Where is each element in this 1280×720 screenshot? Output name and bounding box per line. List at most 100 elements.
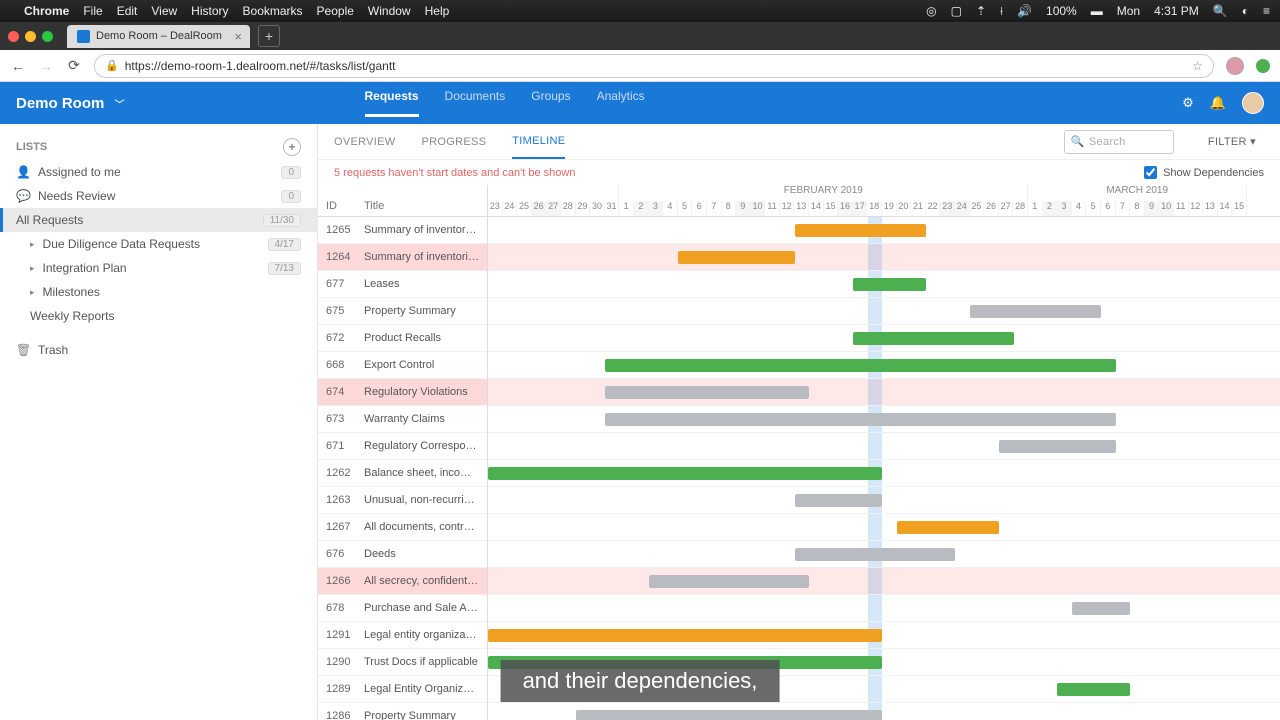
gantt-bar[interactable] <box>488 629 882 642</box>
task-row[interactable]: 677 Leases <box>318 271 487 298</box>
task-row[interactable]: 1263 Unusual, non-recurring and e... <box>318 487 487 514</box>
spotlight-icon[interactable]: 🔍 <box>1213 4 1228 18</box>
task-row[interactable]: 1266 All secrecy, confidentiality an... <box>318 568 487 595</box>
task-row[interactable]: 676 Deeds <box>318 541 487 568</box>
user-avatar[interactable] <box>1242 92 1264 114</box>
day-label: 4 <box>1072 201 1087 216</box>
task-row[interactable]: 1290 Trust Docs if applicable <box>318 649 487 676</box>
profile-avatar[interactable] <box>1226 57 1244 75</box>
gantt-timeline[interactable]: FEBRUARY 2019MARCH 2019 2324252627282930… <box>488 185 1280 720</box>
gantt-bar[interactable] <box>970 305 1101 318</box>
notifications-icon[interactable]: ≡ <box>1263 4 1270 18</box>
task-row[interactable]: 674 Regulatory Violations <box>318 379 487 406</box>
show-dependencies-checkbox[interactable] <box>1144 166 1157 179</box>
search-input[interactable]: 🔍 Search <box>1064 130 1174 154</box>
filter-button[interactable]: FILTER ▾ <box>1200 135 1264 148</box>
menu-people[interactable]: People <box>317 4 354 18</box>
task-row[interactable]: 1291 Legal entity organizational ch... <box>318 622 487 649</box>
window-maximize[interactable] <box>42 31 53 42</box>
gantt-bar[interactable] <box>853 278 926 291</box>
task-row[interactable]: 671 Regulatory Correspondence <box>318 433 487 460</box>
task-row[interactable]: 673 Warranty Claims <box>318 406 487 433</box>
day-label: 31 <box>605 201 620 216</box>
gantt-bar[interactable] <box>999 440 1116 453</box>
app-header: Demo Room ﹀ Requests Documents Groups An… <box>0 82 1280 124</box>
task-row[interactable]: 672 Product Recalls <box>318 325 487 352</box>
count-badge: 4/17 <box>268 238 301 251</box>
task-row[interactable]: 1265 Summary of inventory write ... <box>318 217 487 244</box>
gantt-bar[interactable] <box>605 359 1116 372</box>
nav-analytics[interactable]: Analytics <box>597 89 645 117</box>
sidebar-item-all-requests[interactable]: All Requests 11/30 <box>0 208 317 232</box>
gantt-bar[interactable] <box>1057 683 1130 696</box>
day-label: 24 <box>503 201 518 216</box>
address-bar[interactable]: 🔒 https://demo-room-1.dealroom.net/#/tas… <box>94 54 1214 78</box>
status-icon[interactable]: ◎ <box>926 4 936 18</box>
nav-documents[interactable]: Documents <box>445 89 506 117</box>
task-row[interactable]: 668 Export Control <box>318 352 487 379</box>
airplay-icon[interactable]: ▢ <box>951 4 962 18</box>
gantt-task-list: ID Title 1265 Summary of inventory write… <box>318 185 488 720</box>
back-icon[interactable]: ← <box>10 58 26 74</box>
task-row[interactable]: 675 Property Summary <box>318 298 487 325</box>
nav-requests[interactable]: Requests <box>365 89 419 117</box>
browser-tab[interactable]: Demo Room – DealRoom × <box>67 25 250 48</box>
tab-timeline[interactable]: TIMELINE <box>512 125 565 159</box>
task-row[interactable]: 1262 Balance sheet, income state... <box>318 460 487 487</box>
menu-history[interactable]: History <box>191 4 228 18</box>
tab-progress[interactable]: PROGRESS <box>422 126 487 158</box>
reload-icon[interactable]: ⟳ <box>66 57 82 74</box>
gantt-bar[interactable] <box>678 251 795 264</box>
menu-edit[interactable]: Edit <box>117 4 138 18</box>
task-row[interactable]: 1286 Property Summary <box>318 703 487 720</box>
gantt-bar[interactable] <box>853 332 1014 345</box>
sidebar-sub-item[interactable]: ▸ Milestones <box>0 280 317 304</box>
menu-help[interactable]: Help <box>425 4 450 18</box>
window-minimize[interactable] <box>25 31 36 42</box>
gantt-bar[interactable] <box>897 521 999 534</box>
extension-icon[interactable] <box>1256 59 1270 73</box>
sidebar-sub-item[interactable]: ▸ Due Diligence Data Requests 4/17 <box>0 232 317 256</box>
bell-icon[interactable]: 🔔 <box>1210 95 1226 111</box>
task-row[interactable]: 1264 Summary of inventories by b... <box>318 244 487 271</box>
new-tab-button[interactable]: + <box>258 25 280 47</box>
sidebar-sub-item[interactable]: ▸ Integration Plan 7/13 <box>0 256 317 280</box>
menu-file[interactable]: File <box>83 4 102 18</box>
wifi-icon[interactable]: ⟊ <box>1000 4 1003 19</box>
sidebar-item[interactable]: 💬 Needs Review 0 <box>0 184 317 208</box>
close-tab-icon[interactable]: × <box>234 29 242 44</box>
volume-icon[interactable]: 🔊 <box>1017 4 1032 18</box>
add-list-button[interactable]: + <box>283 138 301 156</box>
menu-bookmarks[interactable]: Bookmarks <box>243 4 303 18</box>
siri-icon[interactable]: ◐ <box>1242 4 1249 18</box>
task-row[interactable]: 1267 All documents, contracts or a... <box>318 514 487 541</box>
show-dependencies-toggle[interactable]: Show Dependencies <box>1144 166 1264 179</box>
gear-icon[interactable]: ⚙ <box>1182 95 1194 111</box>
sidebar-sub-item[interactable]: Weekly Reports <box>0 304 317 328</box>
sidebar-item-label: Trash <box>38 343 68 357</box>
sidebar-trash[interactable]: 🗑 Trash <box>0 338 317 362</box>
forward-icon[interactable]: → <box>38 58 54 74</box>
gantt-bar[interactable] <box>795 494 883 507</box>
gantt-bar[interactable] <box>488 467 882 480</box>
bluetooth-icon[interactable]: ⇡ <box>976 4 986 18</box>
task-row[interactable]: 1289 Legal Entity Organizational D... <box>318 676 487 703</box>
gantt-bar[interactable] <box>795 548 956 561</box>
task-row[interactable]: 678 Purchase and Sale Agreements <box>318 595 487 622</box>
bookmark-star-icon[interactable]: ☆ <box>1192 59 1203 73</box>
menu-view[interactable]: View <box>151 4 177 18</box>
menu-app[interactable]: Chrome <box>24 4 69 18</box>
tab-overview[interactable]: OVERVIEW <box>334 126 396 158</box>
gantt-bar[interactable] <box>649 575 810 588</box>
sidebar-item[interactable]: 👤 Assigned to me 0 <box>0 160 317 184</box>
gantt-bar[interactable] <box>605 413 1116 426</box>
battery-icon[interactable]: ▬ <box>1091 4 1103 18</box>
gantt-bar[interactable] <box>605 386 809 399</box>
window-close[interactable] <box>8 31 19 42</box>
gantt-bar[interactable] <box>1072 602 1130 615</box>
room-selector[interactable]: Demo Room ﹀ <box>16 95 125 112</box>
gantt-bar[interactable] <box>795 224 926 237</box>
nav-groups[interactable]: Groups <box>531 89 570 117</box>
menu-window[interactable]: Window <box>368 4 411 18</box>
gantt-bar[interactable] <box>576 710 883 720</box>
